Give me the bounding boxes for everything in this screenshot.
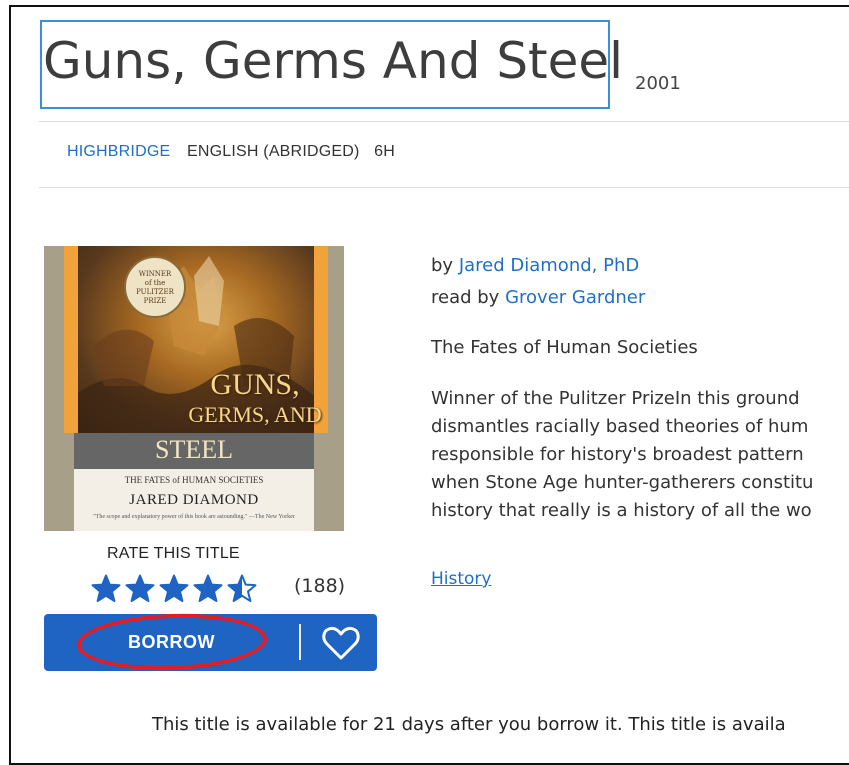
cover-title: GUNS, GERMS, AND: [188, 368, 322, 428]
cover-quote: "The scope and explanatory power of this…: [93, 514, 295, 520]
publication-year: 2001: [635, 73, 681, 94]
rating-count: (188): [294, 575, 346, 597]
book-meta: HIGHBRIDGE ENGLISH (ABRIDGED) 6H: [67, 143, 395, 161]
description: Winner of the Pulitzer PrizeIn this grou…: [431, 388, 814, 521]
cover-author: JARED DIAMOND: [129, 492, 259, 508]
divider: [39, 121, 849, 122]
page-frame: Guns, Germs And Steel 2001 HIGHBRIDGE EN…: [9, 5, 849, 765]
cover-title-steel: STEEL: [155, 435, 233, 464]
rate-title-label: RATE THIS TITLE: [107, 545, 240, 562]
pulitzer-seal: WINNER of the PULITZER PRIZE: [124, 256, 186, 318]
author-link[interactable]: Jared Diamond, PhD: [459, 255, 639, 276]
wishlist-button[interactable]: [305, 614, 377, 671]
star-rating[interactable]: [91, 573, 261, 605]
narrator-link[interactable]: Grover Gardner: [505, 287, 645, 308]
availability-note: This title is available for 21 days afte…: [152, 714, 786, 735]
cover-stripe: [64, 246, 78, 433]
heart-icon: [322, 626, 360, 660]
action-separator: [299, 624, 301, 660]
narrator-line: read by Grover Gardner: [431, 287, 646, 308]
duration: 6H: [374, 143, 396, 160]
star-full-icon[interactable]: [193, 574, 223, 604]
book-title: Guns, Germs And Steel: [43, 32, 624, 90]
subject-link[interactable]: History: [431, 569, 491, 589]
publisher-link[interactable]: HIGHBRIDGE: [67, 143, 170, 160]
star-half-icon[interactable]: [227, 574, 257, 604]
borrow-button[interactable]: BORROW: [44, 614, 299, 671]
author-line: by Jared Diamond, PhD: [431, 255, 640, 276]
language: ENGLISH (ABRIDGED): [187, 143, 360, 160]
book-subtitle: The Fates of Human Societies: [431, 337, 698, 358]
star-full-icon[interactable]: [91, 574, 121, 604]
star-full-icon[interactable]: [125, 574, 155, 604]
star-full-icon[interactable]: [159, 574, 189, 604]
book-cover[interactable]: WINNER of the PULITZER PRIZE GUNS, GERMS…: [44, 246, 344, 531]
divider: [39, 187, 849, 188]
cover-subtitle: THE FATES of HUMAN SOCIETIES: [124, 475, 264, 485]
